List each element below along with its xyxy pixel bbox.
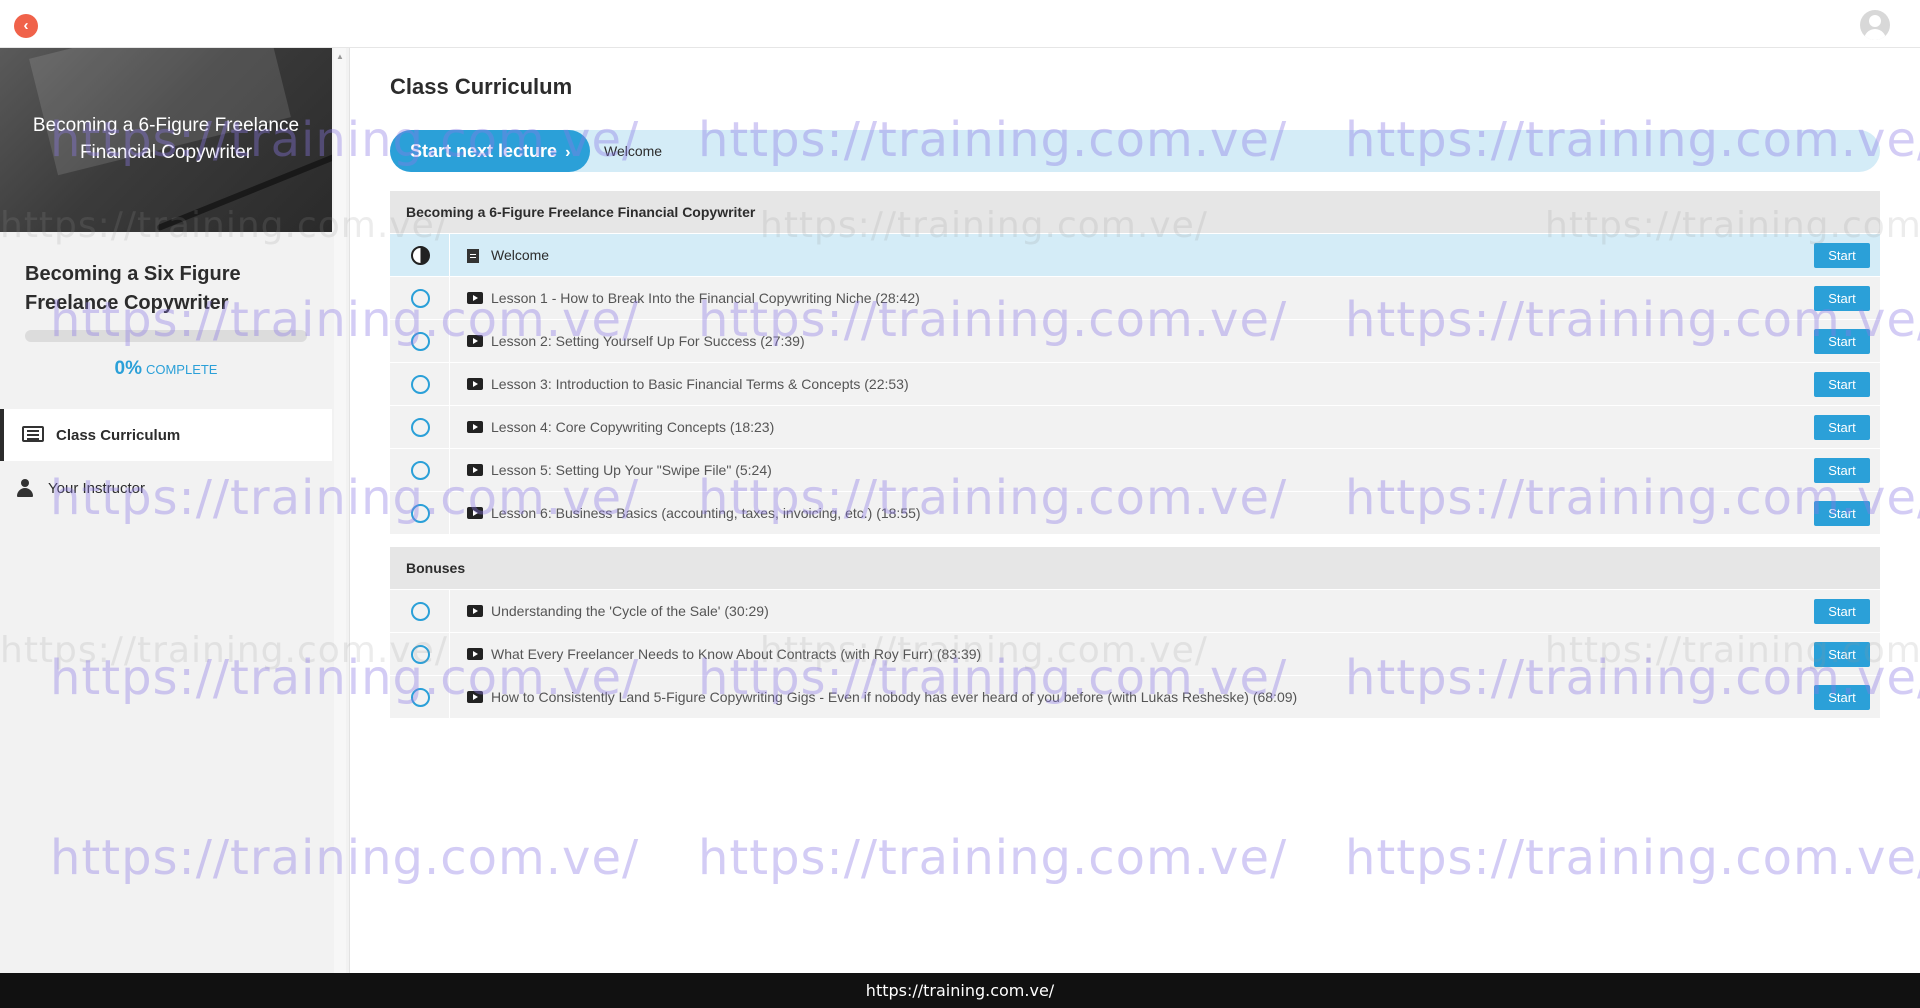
lecture-title[interactable]: Lesson 2: Setting Yourself Up For Succes…: [491, 320, 805, 362]
lecture-title[interactable]: What Every Freelancer Needs to Know Abou…: [491, 633, 981, 675]
top-bar: ‹: [0, 0, 1920, 48]
chevron-left-icon[interactable]: ‹: [14, 14, 38, 38]
lecture-status: [390, 406, 450, 448]
video-icon: [467, 421, 483, 433]
video-icon: [467, 335, 483, 347]
circle-icon: [411, 688, 430, 707]
document-icon: [467, 249, 479, 263]
progress-percent: 0%: [114, 358, 142, 379]
lecture-status: [390, 633, 450, 675]
video-icon: [467, 378, 483, 390]
start-button[interactable]: Start: [1814, 458, 1870, 483]
lecture-row[interactable]: Understanding the 'Cycle of the Sale' (3…: [390, 589, 1880, 632]
course-image: Becoming a 6-Figure Freelance Financial …: [0, 48, 332, 232]
video-icon: [467, 648, 483, 660]
page-title: Class Curriculum: [390, 74, 573, 99]
nav-label: Class Curriculum: [56, 426, 181, 444]
lecture-title[interactable]: Welcome: [491, 234, 549, 276]
lecture-row[interactable]: Lesson 3: Introduction to Basic Financia…: [390, 362, 1880, 405]
main-content: Class Curriculum Start next lecture › Wel…: [390, 48, 1880, 973]
start-button[interactable]: Start: [1814, 286, 1870, 311]
circle-icon: [411, 602, 430, 621]
lecture-status: [390, 676, 450, 718]
lecture-row[interactable]: Lesson 6: Business Basics (accounting, t…: [390, 491, 1880, 534]
circle-icon: [411, 289, 430, 308]
circle-icon: [411, 332, 430, 351]
lecture-title[interactable]: Lesson 3: Introduction to Basic Financia…: [491, 363, 909, 405]
video-icon: [467, 605, 483, 617]
course-image-title: Becoming a 6-Figure Freelance Financial …: [32, 115, 300, 163]
lecture-row[interactable]: Lesson 1 - How to Break Into the Financi…: [390, 276, 1880, 319]
start-button[interactable]: Start: [1814, 329, 1870, 354]
start-button[interactable]: Start: [1814, 599, 1870, 624]
lecture-status: [390, 590, 450, 632]
lecture-title[interactable]: Lesson 6: Business Basics (accounting, t…: [491, 492, 921, 534]
start-button[interactable]: Start: [1814, 642, 1870, 667]
course-title: Becoming a Six Figure Freelance Copywrit…: [25, 263, 241, 314]
lecture-row[interactable]: Lesson 5: Setting Up Your "Swipe File" (…: [390, 448, 1880, 491]
user-icon: [16, 479, 38, 497]
sidebar: Becoming a 6-Figure Freelance Financial …: [0, 48, 350, 973]
start-button[interactable]: Start: [1814, 243, 1870, 268]
next-lecture-name: Welcome: [604, 143, 663, 159]
chevron-right-icon: ›: [565, 144, 571, 161]
start-button[interactable]: Start: [1814, 685, 1870, 710]
progress-complete-label: COMPLETE: [145, 362, 218, 377]
lecture-status: [390, 320, 450, 362]
lecture-row[interactable]: Lesson 4: Core Copywriting Concepts (18:…: [390, 405, 1880, 448]
sidebar-scrollbar[interactable]: ▲: [334, 48, 346, 973]
lecture-title[interactable]: Lesson 5: Setting Up Your "Swipe File" (…: [491, 449, 772, 491]
video-icon: [467, 292, 483, 304]
lecture-row[interactable]: What Every Freelancer Needs to Know Abou…: [390, 632, 1880, 675]
lecture-status: [390, 234, 450, 276]
lecture-title[interactable]: Understanding the 'Cycle of the Sale' (3…: [491, 590, 769, 632]
circle-icon: [411, 504, 430, 523]
nav-label: Your Instructor: [48, 479, 145, 497]
nav-your-instructor[interactable]: Your Instructor: [0, 462, 332, 514]
lecture-title[interactable]: Lesson 1 - How to Break Into the Financi…: [491, 277, 920, 319]
scroll-up-icon[interactable]: ▲: [336, 52, 344, 61]
curriculum-section: Becoming a 6-Figure Freelance Financial …: [390, 191, 1880, 534]
start-next-lecture-label: Start next lecture: [410, 141, 558, 161]
section-title: Bonuses: [390, 547, 1880, 589]
lecture-row[interactable]: Lesson 2: Setting Yourself Up For Succes…: [390, 319, 1880, 362]
half-circle-icon: [411, 246, 430, 265]
circle-icon: [411, 418, 430, 437]
start-button[interactable]: Start: [1814, 415, 1870, 440]
nav-class-curriculum[interactable]: Class Curriculum: [0, 409, 332, 461]
curriculum-section: Bonuses Understanding the 'Cycle of the …: [390, 547, 1880, 718]
video-icon: [467, 464, 483, 476]
circle-icon: [411, 461, 430, 480]
lecture-status: [390, 492, 450, 534]
lecture-title[interactable]: Lesson 4: Core Copywriting Concepts (18:…: [491, 406, 774, 448]
footer-url: https://training.com.ve/: [0, 973, 1920, 1008]
progress-label: 0% COMPLETE: [0, 358, 332, 380]
lecture-status: [390, 277, 450, 319]
lecture-title[interactable]: How to Consistently Land 5-Figure Copywr…: [491, 676, 1297, 718]
lecture-status: [390, 449, 450, 491]
circle-icon: [411, 375, 430, 394]
video-icon: [467, 507, 483, 519]
video-icon: [467, 691, 483, 703]
start-button[interactable]: Start: [1814, 501, 1870, 526]
circle-icon: [411, 645, 430, 664]
lecture-row[interactable]: How to Consistently Land 5-Figure Copywr…: [390, 675, 1880, 718]
progress-bar: [25, 330, 307, 342]
user-avatar-icon[interactable]: [1860, 10, 1890, 40]
list-icon: [22, 426, 44, 444]
lecture-status: [390, 363, 450, 405]
lecture-row[interactable]: Welcome Start: [390, 233, 1880, 276]
start-next-lecture-button[interactable]: Start next lecture ›: [390, 130, 591, 172]
next-lecture-bar: Start next lecture › Welcome: [390, 130, 1880, 172]
section-title: Becoming a 6-Figure Freelance Financial …: [390, 191, 1880, 233]
start-button[interactable]: Start: [1814, 372, 1870, 397]
